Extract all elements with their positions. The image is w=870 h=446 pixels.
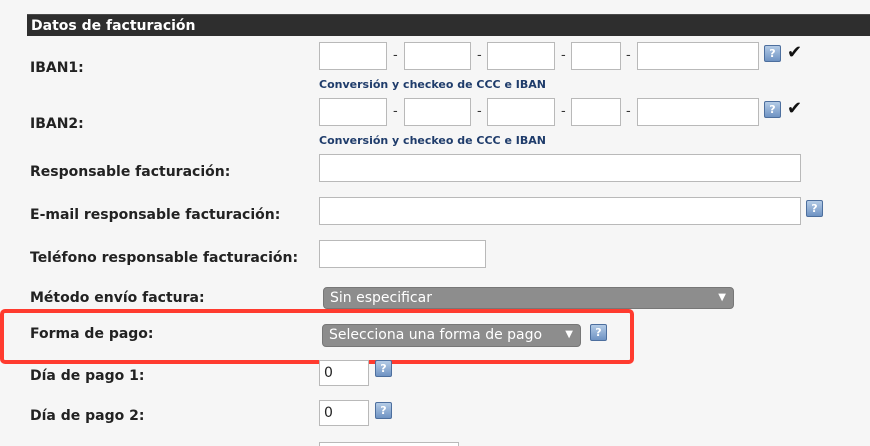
iban2-conversion-link[interactable]: Conversión y checkeo de CCC e IBAN — [319, 134, 546, 147]
iban2-help-icon[interactable]: ? — [764, 101, 781, 118]
iban1-field-5[interactable] — [637, 42, 759, 70]
iban1-field-3[interactable] — [487, 42, 555, 70]
iban2-field-4[interactable] — [571, 98, 621, 126]
iban1-dash-3: - — [561, 48, 566, 63]
iban1-dash-4: - — [626, 48, 631, 63]
dia-pago-2-help-icon[interactable]: ? — [375, 402, 392, 419]
iban1-help-icon[interactable]: ? — [764, 45, 781, 62]
section-header: Datos de facturación — [27, 14, 870, 36]
email-input[interactable] — [319, 197, 801, 225]
iban2-field-1[interactable] — [319, 98, 387, 126]
iban2-field-2[interactable] — [404, 98, 471, 126]
responsable-input[interactable] — [319, 154, 801, 182]
email-help-icon[interactable]: ? — [806, 200, 823, 217]
iban2-dash-2: - — [477, 104, 482, 119]
forma-pago-highlight — [0, 309, 634, 364]
iban1-field-2[interactable] — [404, 42, 471, 70]
iban2-dash-4: - — [626, 104, 631, 119]
next-field-partial[interactable] — [319, 442, 459, 446]
dia-pago-1-input[interactable]: 0 — [319, 360, 369, 386]
chevron-down-icon: ▼ — [718, 292, 726, 303]
telefono-label: Teléfono responsable facturación: — [30, 250, 299, 266]
iban2-dash-1: - — [393, 104, 398, 119]
iban2-field-3[interactable] — [487, 98, 555, 126]
iban1-check-icon: ✔ — [787, 42, 803, 63]
dia-pago-2-input[interactable]: 0 — [319, 400, 369, 426]
responsable-label: Responsable facturación: — [30, 164, 231, 180]
metodo-envio-select[interactable]: Sin especificar ▼ — [323, 287, 734, 309]
iban1-field-1[interactable] — [319, 42, 387, 70]
iban1-dash-1: - — [393, 48, 398, 63]
iban1-conversion-link[interactable]: Conversión y checkeo de CCC e IBAN — [319, 78, 546, 91]
iban1-dash-2: - — [477, 48, 482, 63]
iban1-field-4[interactable] — [571, 42, 621, 70]
metodo-envio-selected: Sin especificar — [330, 290, 432, 306]
iban2-check-icon: ✔ — [787, 98, 803, 119]
metodo-envio-label: Método envío factura: — [30, 290, 205, 306]
dia-pago-1-label: Día de pago 1: — [30, 368, 145, 384]
iban1-label: IBAN1: — [30, 60, 84, 76]
iban2-label: IBAN2: — [30, 116, 84, 132]
telefono-input[interactable] — [319, 240, 486, 268]
dia-pago-2-label: Día de pago 2: — [30, 408, 145, 424]
email-label: E-mail responsable facturación: — [30, 207, 281, 223]
iban2-dash-3: - — [561, 104, 566, 119]
iban2-field-5[interactable] — [637, 98, 759, 126]
dia-pago-1-help-icon[interactable]: ? — [375, 360, 392, 377]
